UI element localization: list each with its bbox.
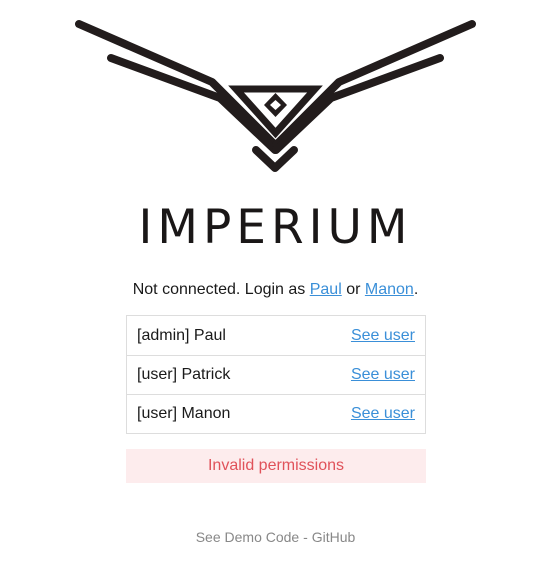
connection-status: Not connected. Login as Paul or Manon. bbox=[0, 280, 551, 300]
login-page: IMPERIUM Not connected. Login as Paul or… bbox=[0, 0, 551, 568]
user-list: [admin] Paul See user [user] Patrick See… bbox=[126, 315, 426, 434]
status-prefix: Not connected. Login as bbox=[132, 281, 310, 298]
footer-separator: - bbox=[299, 529, 312, 545]
status-suffix: . bbox=[413, 281, 419, 298]
login-as-manon-link[interactable]: Manon bbox=[365, 281, 414, 298]
brand-title: IMPERIUM bbox=[138, 200, 413, 255]
see-user-link[interactable]: See user bbox=[351, 366, 415, 384]
see-demo-code-link[interactable]: See Demo Code bbox=[196, 529, 300, 545]
github-link[interactable]: GitHub bbox=[312, 529, 356, 545]
footer: See Demo Code - GitHub bbox=[0, 528, 551, 546]
user-name: [user] Patrick bbox=[137, 366, 231, 383]
user-list-item: [user] Patrick See user bbox=[127, 355, 425, 394]
user-list-item: [admin] Paul See user bbox=[127, 316, 425, 355]
see-user-link[interactable]: See user bbox=[351, 405, 415, 423]
see-user-link[interactable]: See user bbox=[351, 327, 415, 345]
user-list-item: [user] Manon See user bbox=[127, 394, 425, 433]
user-name: [user] Manon bbox=[137, 405, 231, 422]
status-separator: or bbox=[341, 281, 365, 298]
user-name: [admin] Paul bbox=[137, 326, 226, 344]
error-alert: Invalid permissions bbox=[126, 449, 426, 483]
login-as-paul-link[interactable]: Paul bbox=[310, 281, 342, 298]
